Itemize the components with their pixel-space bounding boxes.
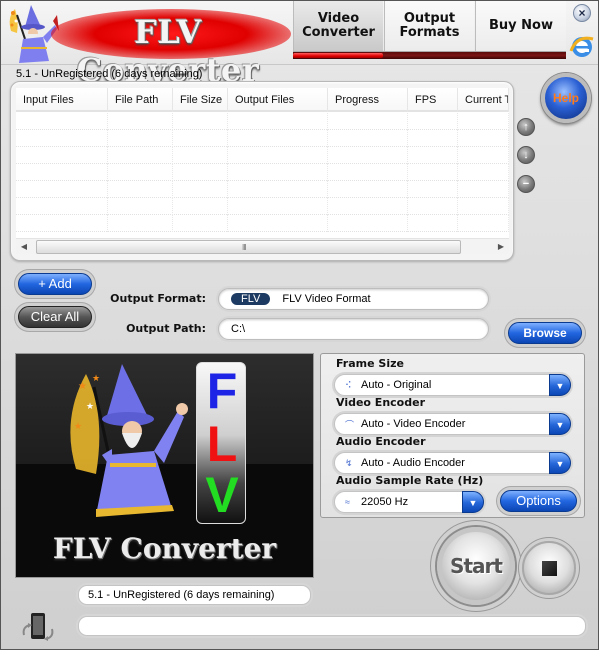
table-body xyxy=(16,113,509,237)
chevron-down-icon[interactable]: ▼ xyxy=(549,374,571,396)
video-encoder-value: Auto - Video Encoder xyxy=(361,418,466,430)
flv-letter-l: L xyxy=(206,416,238,472)
flv-letter-f: F xyxy=(206,363,238,419)
device-convert-icon[interactable] xyxy=(18,609,58,649)
close-button[interactable]: × xyxy=(573,4,591,22)
tab-indicator-bar xyxy=(293,51,566,59)
tab-output-formats[interactable]: Output Formats xyxy=(384,1,474,51)
column-header-file-path[interactable]: File Path xyxy=(108,88,173,112)
scroll-left-icon[interactable]: ◀ xyxy=(16,239,32,254)
tab-buy-now[interactable]: Buy Now xyxy=(475,1,566,51)
svg-text:★: ★ xyxy=(92,373,100,383)
arrow-down-icon: ↓ xyxy=(523,149,529,161)
audio-encoder-dropdown[interactable]: ↯ Auto - Audio Encoder ▼ xyxy=(334,452,571,474)
column-header-input-files[interactable]: Input Files xyxy=(16,88,108,112)
frame-size-value: Auto - Original xyxy=(361,379,432,391)
wizard-illustration-icon: ★ ★ ★ ★ xyxy=(70,364,188,517)
chevron-down-icon[interactable]: ▼ xyxy=(462,491,484,513)
audio-encoder-label: Audio Encoder xyxy=(336,435,426,448)
stop-button[interactable] xyxy=(522,541,576,595)
remove-button[interactable]: − xyxy=(517,175,535,193)
column-header-output-files[interactable]: Output Files xyxy=(228,88,328,112)
file-list-panel: Input Files File Path File Size Output F… xyxy=(10,81,514,261)
flv-letter-v: V xyxy=(205,467,239,523)
frame-size-label: Frame Size xyxy=(336,357,404,370)
stop-icon xyxy=(542,561,557,576)
table-row-empty xyxy=(16,130,509,147)
output-format-field[interactable]: FLV FLV Video Format xyxy=(218,288,489,310)
output-path-value: C:\ xyxy=(231,323,246,335)
preview-panel: ★ ★ ★ ★ F L V FLV Converter xyxy=(15,353,314,578)
svg-text:★: ★ xyxy=(74,421,82,431)
move-up-button[interactable]: ↑ xyxy=(517,118,535,136)
sample-rate-icon: ≈ xyxy=(345,497,350,507)
output-format-label: Output Format: xyxy=(110,292,206,305)
header: FLV Converter Video Converter Output For… xyxy=(1,1,598,89)
chevron-down-icon[interactable]: ▼ xyxy=(549,452,571,474)
scrollbar-grip-icon: III xyxy=(242,243,247,252)
table-row-empty xyxy=(16,181,509,198)
close-icon: × xyxy=(578,6,586,20)
format-badge: FLV xyxy=(231,293,271,305)
output-format-value: FLV Video Format xyxy=(282,293,371,305)
minus-icon: − xyxy=(522,178,530,190)
version-status-top: 5.1 - UnRegistered (6 days remaining) xyxy=(16,68,203,80)
video-encoder-dropdown[interactable]: ⌒ Auto - Video Encoder ▼ xyxy=(334,413,571,435)
tab-video-converter[interactable]: Video Converter xyxy=(293,1,383,51)
table-row-empty xyxy=(16,113,509,130)
sample-rate-value: 22050 Hz xyxy=(361,496,409,508)
scroll-right-icon[interactable]: ▶ xyxy=(493,239,509,254)
table-header: Input Files File Path File Size Output F… xyxy=(16,88,509,112)
conversion-progress-bar xyxy=(78,616,586,636)
browse-button[interactable]: Browse xyxy=(508,322,582,344)
move-down-button[interactable]: ↓ xyxy=(517,146,535,164)
frame-size-icon: ⠪ xyxy=(345,379,352,390)
video-encoder-label: Video Encoder xyxy=(336,396,425,409)
scrollbar-thumb[interactable]: III xyxy=(36,240,461,254)
audio-encoder-icon: ↯ xyxy=(345,457,353,468)
table-row-empty xyxy=(16,215,509,232)
column-header-progress[interactable]: Progress xyxy=(328,88,408,112)
frame-size-dropdown[interactable]: ⠪ Auto - Original ▼ xyxy=(334,374,571,396)
preview-title: FLV Converter xyxy=(52,532,277,565)
internet-explorer-icon[interactable] xyxy=(569,33,595,59)
audio-sample-rate-label: Audio Sample Rate (Hz) xyxy=(336,474,484,487)
table-row-empty xyxy=(16,147,509,164)
options-button[interactable]: Options xyxy=(500,490,577,512)
status-text: 5.1 - UnRegistered (6 days remaining) xyxy=(78,585,311,605)
table-row-empty xyxy=(16,164,509,181)
column-header-fps[interactable]: FPS xyxy=(408,88,458,112)
arrow-up-icon: ↑ xyxy=(523,121,529,133)
add-button[interactable]: + Add xyxy=(18,273,92,295)
output-path-input[interactable]: C:\ xyxy=(218,318,489,340)
svg-text:★: ★ xyxy=(86,401,94,411)
active-tab-indicator xyxy=(293,53,383,58)
horizontal-scrollbar[interactable]: ◀ III ▶ xyxy=(16,238,509,254)
flv-letters-badge: F L V xyxy=(196,362,246,524)
svg-text:★: ★ xyxy=(78,381,87,392)
app-window: FLV Converter Video Converter Output For… xyxy=(0,0,599,650)
output-path-label: Output Path: xyxy=(126,322,206,335)
file-list-table[interactable]: Input Files File Path File Size Output F… xyxy=(16,88,509,254)
audio-sample-rate-dropdown[interactable]: ≈ 22050 Hz ▼ xyxy=(334,491,484,513)
video-encoder-icon: ⌒ xyxy=(345,419,355,430)
help-button[interactable]: Help xyxy=(541,73,591,123)
clear-all-button[interactable]: Clear All xyxy=(18,306,92,328)
audio-encoder-value: Auto - Audio Encoder xyxy=(361,457,465,469)
start-button[interactable]: Start xyxy=(437,527,515,605)
column-header-file-size[interactable]: File Size xyxy=(173,88,228,112)
chevron-down-icon[interactable]: ▼ xyxy=(549,413,571,435)
column-header-current-time[interactable]: Current T xyxy=(458,88,509,112)
table-row-empty xyxy=(16,198,509,215)
